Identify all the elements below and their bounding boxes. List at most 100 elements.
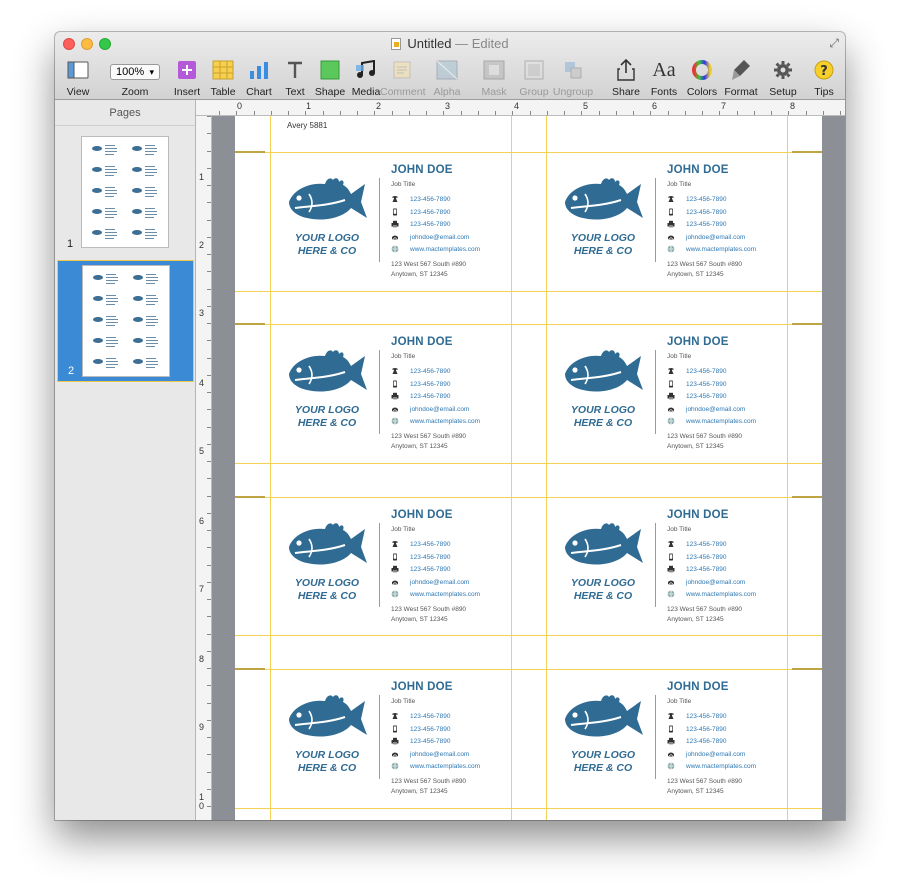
logo-line-1: YOUR LOGO (570, 749, 636, 761)
ruler-tick (408, 111, 410, 115)
card-divider (655, 695, 656, 779)
email-icon (667, 233, 675, 241)
mini-card (131, 272, 161, 286)
mini-card (91, 335, 121, 349)
business-card[interactable]: YOUR LOGO HERE & CO JOHN DOE Job Title 1… (271, 326, 511, 464)
mobile-row: 123-456-7890 (391, 725, 450, 733)
document-title[interactable]: Untitled (407, 36, 451, 51)
logo-line-2: HERE & CO (297, 417, 357, 429)
mini-card (90, 227, 120, 241)
ruler-tick (684, 111, 686, 115)
ruler-tick (339, 111, 341, 115)
layout-guide-vertical (787, 116, 788, 820)
ruler-tick (564, 111, 565, 115)
ruler-tick-label: 7 (721, 101, 727, 111)
job-title: Job Title (391, 698, 416, 705)
toolbar-zoom-button[interactable]: 100% ▾ Zoom (108, 58, 162, 98)
business-card[interactable]: YOUR LOGO HERE & CO JOHN DOE Job Title 1… (271, 671, 511, 809)
address: 123 West 567 South #890 Anytown, ST 1234… (667, 777, 742, 796)
business-card[interactable]: YOUR LOGO HERE & CO JOHN DOE Job Title 1… (271, 154, 511, 292)
globe-icon (667, 245, 675, 253)
toolbar-tips-button[interactable]: ? Tips (802, 58, 845, 98)
toolbar-label: Comment (380, 86, 426, 98)
toolbar-comment-button[interactable]: Comment (380, 58, 426, 98)
ruler-tick (207, 150, 211, 152)
mini-card (131, 356, 161, 370)
ruler-tick (207, 461, 211, 462)
business-card[interactable]: YOUR LOGO HERE & CO JOHN DOE Job Title 1… (271, 499, 511, 637)
mini-card (131, 314, 161, 328)
fullscreen-icon[interactable]: ⤢ (829, 36, 839, 51)
job-title: Job Title (667, 698, 692, 705)
ungroup-icon (551, 58, 595, 82)
layout-guide-horizontal (235, 497, 822, 498)
toolbar-ungroup-button[interactable]: Ungroup (551, 58, 595, 98)
address: 123 West 567 South #890 Anytown, ST 1234… (391, 777, 466, 796)
ruler-tick (615, 111, 617, 115)
ruler-tick-label: 3 (445, 101, 451, 111)
toolbar-setup-button[interactable]: Setup (761, 58, 805, 98)
ruler-tick-label: 0 (199, 801, 205, 811)
card-divider (379, 523, 380, 607)
ruler-tick-label: 3 (199, 308, 205, 318)
layout-guide-horizontal (235, 324, 822, 325)
job-title: Job Title (667, 526, 692, 533)
ruler-tick (207, 668, 211, 669)
mobile-phone-icon (667, 380, 675, 388)
ruler-tick (207, 271, 211, 273)
toolbar-alpha-button[interactable]: Alpha (425, 58, 469, 98)
mini-card (130, 227, 160, 241)
toolbar-mask-button[interactable]: Mask (472, 58, 516, 98)
business-card[interactable]: YOUR LOGO HERE & CO JOHN DOE Job Title 1… (547, 326, 787, 464)
crop-mark (792, 668, 822, 670)
contact-name: JOHN DOE (667, 681, 729, 693)
address: 123 West 567 South #890 Anytown, ST 1234… (391, 432, 466, 451)
page-thumbnail-2[interactable]: 2 (57, 260, 194, 382)
ruler-tick (207, 254, 211, 255)
fish-logo-icon (565, 695, 643, 737)
business-card[interactable]: YOUR LOGO HERE & CO JOHN DOE Job Title 1… (547, 671, 787, 809)
ruler-tick (736, 111, 738, 115)
globe-icon (391, 762, 399, 770)
toolbar-colors-button[interactable]: Colors (680, 58, 724, 98)
vertical-ruler[interactable]: 12345678910 (196, 116, 212, 820)
document-page[interactable]: Avery 5881 YOUR LOGO HERE & CO JOHN DOE … (235, 116, 822, 820)
contact-name: JOHN DOE (667, 509, 729, 521)
ruler-tick (207, 133, 211, 135)
ruler-tick (822, 111, 824, 115)
ruler-tick (650, 111, 652, 115)
mobile-phone-icon (391, 725, 399, 733)
format-icon (719, 58, 763, 82)
ruler-tick (207, 495, 211, 497)
phone-icon (391, 540, 399, 548)
horizontal-ruler[interactable]: 0 1 2 3 4 5 6 7 8 (196, 100, 845, 116)
ruler-tick (207, 374, 211, 376)
fax-icon (667, 220, 675, 228)
comment-icon (380, 58, 424, 82)
toolbar-format-button[interactable]: Format (719, 58, 763, 98)
edited-status: — Edited (455, 36, 509, 51)
mini-card (91, 293, 121, 307)
view-icon (56, 58, 100, 82)
page-preview (82, 265, 170, 377)
address-line-1: 123 West 567 South #890 (391, 778, 467, 785)
toolbar-label: Zoom (121, 86, 149, 98)
toolbar-group-button[interactable]: Group (512, 58, 556, 98)
ruler-tick (207, 771, 211, 773)
page-thumbnail-1[interactable]: 1 (57, 132, 194, 254)
setup-icon (761, 58, 805, 82)
ruler-tick (207, 530, 211, 531)
email-row: johndoe@email.com (391, 233, 469, 241)
contact-name: JOHN DOE (391, 336, 453, 348)
ruler-tick-label: 8 (199, 654, 205, 664)
business-card[interactable]: YOUR LOGO HERE & CO JOHN DOE Job Title 1… (547, 154, 787, 292)
address: 123 West 567 South #890 Anytown, ST 1234… (667, 432, 742, 451)
toolbar-view-button[interactable]: View (56, 58, 100, 98)
address-line-2: Anytown, ST 12345 (391, 442, 448, 450)
fax-icon (391, 220, 399, 228)
zoom-select[interactable]: 100% ▾ (110, 64, 160, 80)
ruler-tick (207, 357, 211, 359)
business-card[interactable]: YOUR LOGO HERE & CO JOHN DOE Job Title 1… (547, 499, 787, 637)
layout-guide-horizontal (235, 669, 822, 670)
ruler-tick (207, 547, 211, 549)
